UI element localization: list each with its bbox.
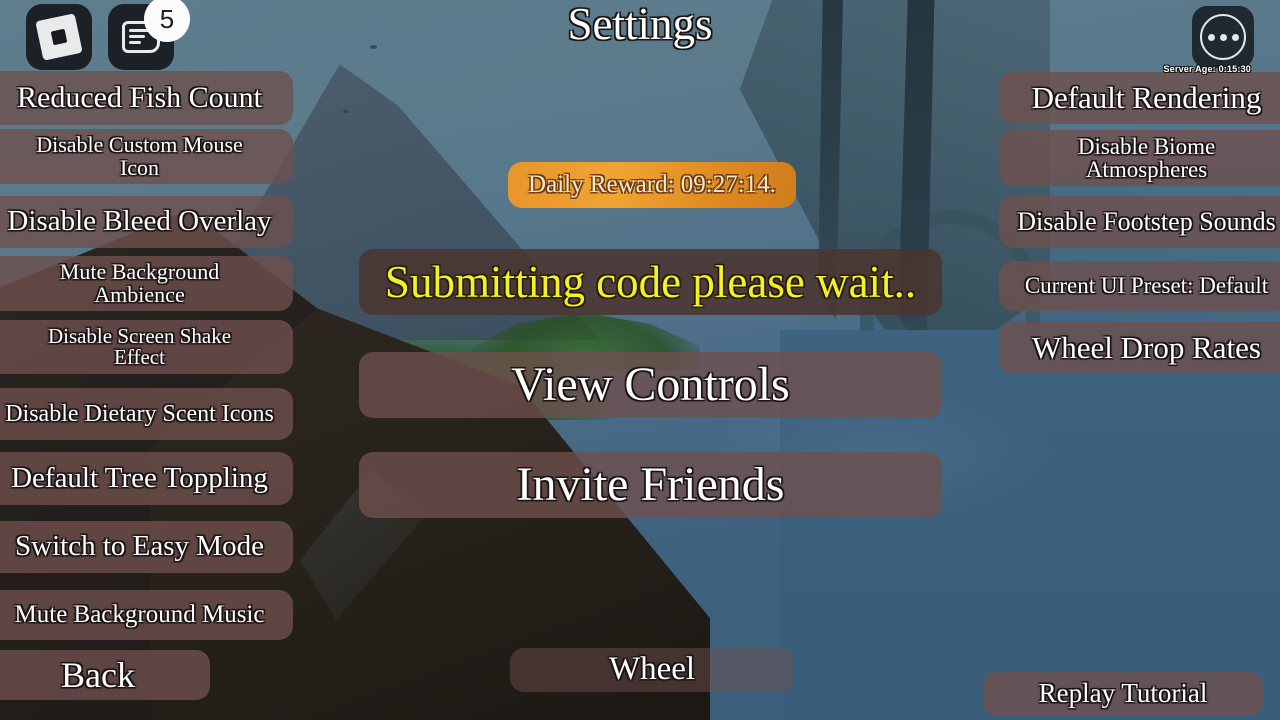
mute-background-music-label: Mute Background Music: [14, 601, 265, 629]
more-options-icon: [1200, 14, 1246, 60]
replay-tutorial-button[interactable]: Replay Tutorial: [983, 672, 1263, 716]
replay-tutorial-button-label: Replay Tutorial: [1038, 678, 1208, 709]
disable-bleed-overlay[interactable]: Disable Bleed Overlay: [0, 196, 293, 248]
status-message-label: Submitting code please wait..: [384, 257, 917, 307]
disable-bleed-overlay-label: Disable Bleed Overlay: [7, 205, 272, 238]
mute-background-music[interactable]: Mute Background Music: [0, 590, 293, 640]
disable-dietary-scent-icons[interactable]: Disable Dietary Scent Icons: [0, 388, 293, 440]
disable-biome-atmospheres[interactable]: Disable Biome Atmospheres: [999, 130, 1280, 186]
disable-custom-mouse-icon[interactable]: Disable Custom Mouse Icon: [0, 129, 293, 184]
roblox-topbar: 5: [26, 0, 190, 70]
default-rendering-label: Default Rendering: [1031, 80, 1262, 116]
game-settings-screen: 5 Server Age: 0:15:30 Settings Daily Rew…: [0, 0, 1280, 720]
default-tree-toppling-label: Default Tree Toppling: [11, 461, 268, 494]
wheel-drop-rates-label: Wheel Drop Rates: [1032, 330, 1261, 366]
current-ui-preset-label: Current UI Preset: Default: [1024, 273, 1269, 299]
switch-to-easy-mode-label: Switch to Easy Mode: [15, 530, 264, 563]
more-options-button[interactable]: [1192, 6, 1254, 68]
switch-to-easy-mode[interactable]: Switch to Easy Mode: [0, 521, 293, 573]
reduced-fish-count-label: Reduced Fish Count: [17, 80, 262, 114]
wheel-button-label: Wheel: [608, 651, 696, 688]
default-rendering[interactable]: Default Rendering: [999, 72, 1280, 124]
disable-biome-atmospheres-label: Disable Biome Atmospheres: [1077, 133, 1216, 182]
disable-footstep-sounds-label: Disable Footstep Sounds: [1017, 206, 1276, 236]
roblox-logo-icon: [35, 13, 83, 61]
daily-reward-label: Daily Reward: 09:27:14.: [528, 171, 776, 198]
disable-screen-shake-effect-label: Disable Screen Shake Effect: [47, 323, 232, 369]
bird-icon: [343, 110, 349, 113]
status-message-panel: Submitting code please wait..: [359, 249, 942, 315]
disable-screen-shake-effect[interactable]: Disable Screen Shake Effect: [0, 320, 293, 374]
daily-reward-banner[interactable]: Daily Reward: 09:27:14.: [508, 162, 796, 208]
disable-dietary-scent-icons-label: Disable Dietary Scent Icons: [5, 400, 274, 427]
chat-button[interactable]: 5: [108, 0, 190, 70]
mute-background-ambience[interactable]: Mute Background Ambience: [0, 256, 293, 311]
disable-custom-mouse-icon-label: Disable Custom Mouse Icon: [36, 132, 243, 180]
wheel-drop-rates[interactable]: Wheel Drop Rates: [999, 322, 1280, 374]
page-title: Settings: [567, 0, 713, 49]
back-button[interactable]: Back: [0, 650, 210, 700]
disable-footstep-sounds[interactable]: Disable Footstep Sounds: [999, 196, 1280, 248]
reduced-fish-count[interactable]: Reduced Fish Count: [0, 71, 293, 125]
invite-friends-button[interactable]: Invite Friends: [359, 452, 942, 518]
view-controls-button-label: View Controls: [511, 357, 790, 411]
wheel-button[interactable]: Wheel: [510, 648, 794, 692]
view-controls-button[interactable]: View Controls: [359, 352, 942, 418]
back-button-label: Back: [61, 654, 135, 695]
default-tree-toppling[interactable]: Default Tree Toppling: [0, 452, 293, 505]
current-ui-preset[interactable]: Current UI Preset: Default: [999, 261, 1280, 311]
server-age-label: Server Age: 0:15:30: [1163, 64, 1251, 74]
invite-friends-button-label: Invite Friends: [516, 457, 785, 511]
roblox-menu-button[interactable]: [26, 4, 92, 70]
mute-background-ambience-label: Mute Background Ambience: [59, 259, 220, 307]
